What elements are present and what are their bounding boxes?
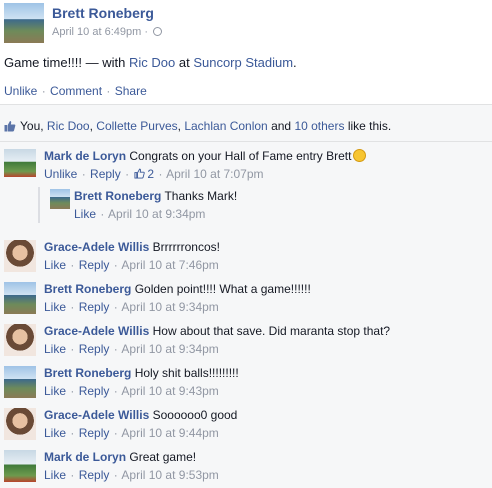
- thumbs-up-icon: [4, 121, 16, 132]
- comment-reply: Brett Roneberg Thanks Mark! Like · April…: [38, 187, 486, 223]
- reply-button[interactable]: Reply: [79, 342, 110, 356]
- separator: ·: [113, 300, 118, 314]
- post-text-suffix: .: [293, 55, 297, 70]
- likes-you: You,: [20, 119, 47, 133]
- thumbs-up-icon[interactable]: [134, 168, 146, 179]
- comment-timestamp[interactable]: April 10 at 9:53pm: [121, 468, 218, 482]
- avatar[interactable]: [4, 240, 36, 272]
- separator: ·: [113, 342, 118, 356]
- comment-timestamp[interactable]: April 10 at 9:44pm: [121, 426, 218, 440]
- like-comment-button[interactable]: Like: [44, 300, 66, 314]
- liker-link[interactable]: Collette Purves: [96, 119, 177, 133]
- likes-and: and: [267, 119, 295, 133]
- separator: ·: [113, 426, 118, 440]
- like-comment-button[interactable]: Like: [74, 207, 96, 221]
- avatar[interactable]: [50, 189, 70, 209]
- unlike-button[interactable]: Unlike: [4, 84, 37, 98]
- liker-link[interactable]: Lachlan Conlon: [184, 119, 267, 133]
- author-avatar[interactable]: [4, 3, 44, 43]
- separator: ·: [70, 342, 75, 356]
- others-likes-link[interactable]: 10 others: [294, 119, 344, 133]
- post-text-prefix: Game time!!!! — with: [4, 55, 129, 70]
- comment-author-link[interactable]: Grace-Adele Willis: [44, 324, 149, 338]
- comment-text: Congrats on your Hall of Fame entry Bret…: [129, 149, 352, 163]
- post-meta: April 10 at 6:49pm ·: [52, 26, 163, 38]
- reply-button[interactable]: Reply: [79, 426, 110, 440]
- comment-timestamp[interactable]: April 10 at 9:34pm: [121, 342, 218, 356]
- separator: ·: [158, 167, 163, 181]
- post-author-link[interactable]: Brett Roneberg: [52, 5, 154, 21]
- reply-button[interactable]: Reply: [79, 384, 110, 398]
- comment-author-link[interactable]: Brett Roneberg: [44, 282, 131, 296]
- separator: ·: [100, 207, 105, 221]
- action-separator: ·: [41, 84, 46, 98]
- likes-summary: You, Ric Doo, Collette Purves, Lachlan C…: [0, 107, 492, 142]
- reply-button[interactable]: Reply: [79, 468, 110, 482]
- comment-text: Brrrrrroncos!: [152, 240, 220, 254]
- avatar[interactable]: [4, 324, 36, 356]
- separator: ·: [70, 426, 75, 440]
- comment-timestamp[interactable]: April 10 at 7:07pm: [166, 167, 263, 181]
- comment-author-link[interactable]: Grace-Adele Willis: [44, 408, 149, 422]
- tagged-person-link[interactable]: Ric Doo: [129, 55, 175, 70]
- separator: ·: [113, 468, 118, 482]
- comment-text: Soooooo0 good: [152, 408, 238, 422]
- liker-link[interactable]: Ric Doo: [47, 119, 90, 133]
- unlike-comment-button[interactable]: Unlike: [44, 167, 77, 181]
- comment-text: Thanks Mark!: [164, 189, 238, 203]
- comment-timestamp[interactable]: April 10 at 9:34pm: [121, 300, 218, 314]
- meta-separator: ·: [144, 26, 149, 38]
- comment-author-link[interactable]: Mark de Loryn: [44, 450, 126, 464]
- share-button[interactable]: Share: [115, 84, 147, 98]
- separator: ·: [70, 258, 75, 272]
- comment-timestamp[interactable]: April 10 at 7:46pm: [121, 258, 218, 272]
- post-actions: Unlike · Comment · Share: [4, 84, 147, 98]
- reply-button[interactable]: Reply: [79, 300, 110, 314]
- post-text-at: at: [175, 55, 194, 70]
- globe-icon[interactable]: [153, 27, 163, 36]
- like-comment-button[interactable]: Like: [44, 258, 66, 272]
- reply-button[interactable]: Reply: [79, 258, 110, 272]
- post-header: Brett Roneberg April 10 at 6:49pm ·: [0, 0, 492, 48]
- location-link[interactable]: Suncorp Stadium: [193, 55, 293, 70]
- separator: ·: [70, 300, 75, 314]
- separator: ·: [113, 384, 118, 398]
- separator: ·: [81, 167, 86, 181]
- comment-button[interactable]: Comment: [50, 84, 102, 98]
- separator: ·: [70, 468, 75, 482]
- comment-timestamp[interactable]: April 10 at 9:34pm: [108, 207, 205, 221]
- likes-suffix: like this.: [344, 119, 392, 133]
- action-separator: ·: [106, 84, 111, 98]
- avatar[interactable]: [4, 408, 36, 440]
- comment-author-link[interactable]: Brett Roneberg: [74, 189, 161, 203]
- separator: ·: [70, 384, 75, 398]
- reply-button[interactable]: Reply: [90, 167, 121, 181]
- post-timestamp[interactable]: April 10 at 6:49pm: [52, 26, 141, 38]
- avatar[interactable]: [4, 450, 36, 482]
- like-comment-button[interactable]: Like: [44, 468, 66, 482]
- comment-author-link[interactable]: Mark de Loryn: [44, 149, 126, 163]
- avatar[interactable]: [4, 366, 36, 398]
- like-comment-button[interactable]: Like: [44, 342, 66, 356]
- comment-author-link[interactable]: Grace-Adele Willis: [44, 240, 149, 254]
- separator: ·: [125, 167, 130, 181]
- separator: ·: [113, 258, 118, 272]
- like-comment-button[interactable]: Like: [44, 384, 66, 398]
- comment-author-link[interactable]: Brett Roneberg: [44, 366, 131, 380]
- comment-text: How about that save. Did maranta stop th…: [152, 324, 391, 338]
- smile-emoji-icon: [353, 149, 367, 162]
- comment-text: Golden point!!!! What a game!!!!!!: [134, 282, 311, 296]
- comment-text: Great game!: [129, 450, 197, 464]
- comment-timestamp[interactable]: April 10 at 9:43pm: [121, 384, 218, 398]
- post-text: Game time!!!! — with Ric Doo at Suncorp …: [4, 55, 297, 70]
- like-comment-button[interactable]: Like: [44, 426, 66, 440]
- avatar[interactable]: [4, 282, 36, 314]
- comment-text: Holy shit balls!!!!!!!!!: [134, 366, 239, 380]
- comment-like-count[interactable]: 2: [147, 167, 154, 181]
- avatar[interactable]: [4, 149, 36, 177]
